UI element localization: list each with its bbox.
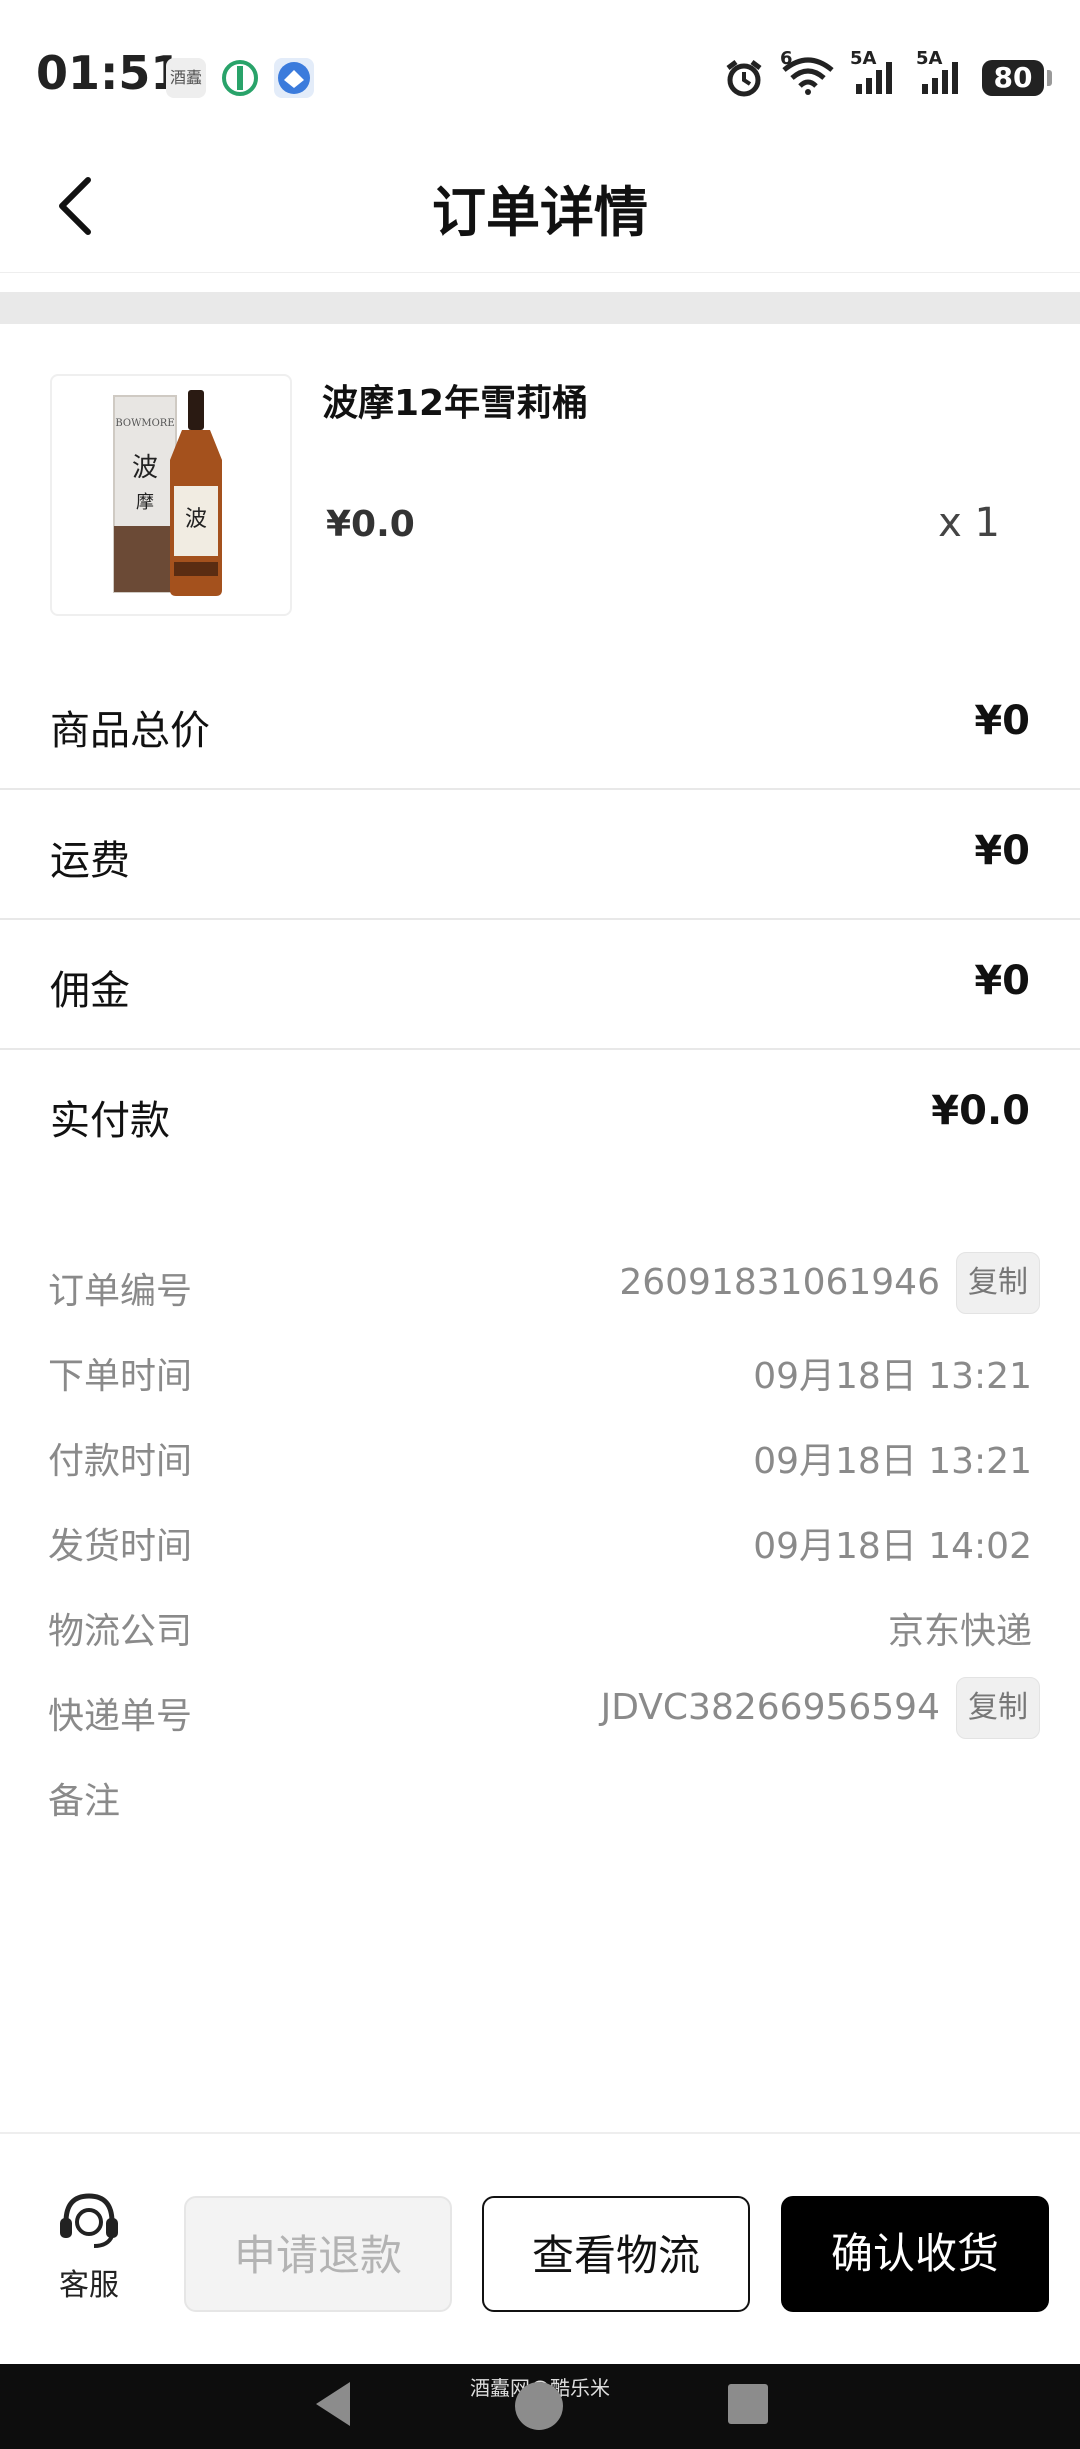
info-row-order-number: 订单编号 26091831061946 复制	[0, 1240, 1080, 1325]
view-logistics-button[interactable]: 查看物流	[482, 2196, 750, 2312]
network-type-label: 6	[780, 48, 793, 69]
copy-order-number-button[interactable]: 复制	[956, 1252, 1040, 1314]
network-type-label: 5A	[916, 48, 943, 69]
svg-text:波: 波	[185, 507, 207, 532]
info-label: 付款时间	[48, 1441, 193, 1482]
info-row-carrier: 物流公司 京东快递	[0, 1580, 1080, 1665]
section-divider	[0, 292, 1080, 324]
headset-icon	[60, 2193, 118, 2248]
nav-home-icon[interactable]	[515, 2382, 563, 2430]
app-notification-icon-2	[220, 58, 260, 98]
status-bar: 01:51 酒蠹 6 5A 5A 80	[0, 0, 1080, 140]
price-row-subtotal: 商品总价 ¥0	[0, 660, 1080, 790]
product-image: BOWMORE 波 摩 波	[50, 374, 292, 616]
request-refund-button[interactable]: 申请退款	[184, 2196, 452, 2312]
order-time: 09月18日 13:21	[753, 1356, 1032, 1397]
nav-back-icon[interactable]	[316, 2382, 350, 2426]
alarm-icon	[726, 60, 762, 97]
network-type-label: 5A	[850, 48, 877, 69]
app-notification-icon-3	[274, 58, 314, 98]
price-row-shipping: 运费 ¥0	[0, 790, 1080, 920]
price-summary: 商品总价 ¥0 运费 ¥0 佣金 ¥0 实付款 ¥0.0	[0, 660, 1080, 1178]
customer-service-label: 客服	[59, 2268, 119, 2303]
order-number: 26091831061946	[619, 1262, 940, 1303]
system-nav-bar: 酒蠹网@酷乐米	[0, 2364, 1080, 2449]
wifi-icon: 6	[780, 48, 836, 100]
tracking-number: JDVC38266956594	[600, 1687, 940, 1728]
product-name: 波摩12年雪莉桶	[322, 383, 589, 424]
price-label: 佣金	[50, 968, 130, 1014]
product-price: ¥0.0	[326, 504, 415, 545]
product-card[interactable]: BOWMORE 波 摩 波 波摩12年雪莉桶 ¥0.0 x 1	[0, 324, 1080, 654]
info-label: 备注	[48, 1781, 121, 1822]
signal-icon-2: 5A	[916, 48, 968, 100]
confirm-receipt-button[interactable]: 确认收货	[781, 2196, 1049, 2312]
info-row-remark: 备注	[0, 1750, 1080, 1835]
info-label: 发货时间	[48, 1526, 193, 1567]
svg-text:摩: 摩	[136, 492, 154, 513]
pay-time: 09月18日 13:21	[753, 1441, 1032, 1482]
price-value: ¥0	[974, 958, 1030, 1004]
carrier-name: 京东快递	[887, 1611, 1032, 1652]
battery-icon: 80	[982, 60, 1052, 96]
product-quantity: x 1	[938, 500, 1000, 546]
nav-recent-apps-icon[interactable]	[728, 2384, 768, 2424]
price-label: 运费	[50, 838, 130, 884]
info-row-pay-time: 付款时间 09月18日 13:21	[0, 1410, 1080, 1495]
order-info: 订单编号 26091831061946 复制 下单时间 09月18日 13:21…	[0, 1240, 1080, 1835]
price-value: ¥0	[974, 828, 1030, 874]
status-time: 01:51	[36, 46, 183, 100]
price-row-paid: 实付款 ¥0.0	[0, 1050, 1080, 1178]
price-label: 实付款	[50, 1098, 170, 1144]
price-label: 商品总价	[50, 708, 210, 754]
status-indicators: 6 5A 5A 80	[722, 48, 1052, 100]
price-value: ¥0.0	[931, 1088, 1030, 1134]
price-row-commission: 佣金 ¥0	[0, 920, 1080, 1050]
info-label: 订单编号	[48, 1271, 193, 1312]
app-notification-icon: 酒蠹	[166, 58, 206, 98]
info-label: 下单时间	[48, 1356, 193, 1397]
page-header: 订单详情	[0, 140, 1080, 273]
ship-time: 09月18日 14:02	[753, 1526, 1032, 1567]
svg-text:BOWMORE: BOWMORE	[115, 418, 174, 429]
bottom-action-bar: 客服 申请退款 查看物流 确认收货	[0, 2132, 1080, 2366]
price-value: ¥0	[974, 698, 1030, 744]
page-title: 订单详情	[432, 181, 648, 244]
info-row-ship-time: 发货时间 09月18日 14:02	[0, 1495, 1080, 1580]
info-label: 物流公司	[48, 1611, 193, 1652]
info-row-tracking: 快递单号 JDVC38266956594 复制	[0, 1665, 1080, 1750]
info-row-order-time: 下单时间 09月18日 13:21	[0, 1325, 1080, 1410]
customer-service-button[interactable]: 客服	[44, 2188, 134, 2304]
svg-text:波: 波	[132, 453, 158, 483]
info-label: 快递单号	[48, 1696, 193, 1737]
copy-tracking-number-button[interactable]: 复制	[956, 1677, 1040, 1739]
signal-icon: 5A	[850, 48, 902, 100]
